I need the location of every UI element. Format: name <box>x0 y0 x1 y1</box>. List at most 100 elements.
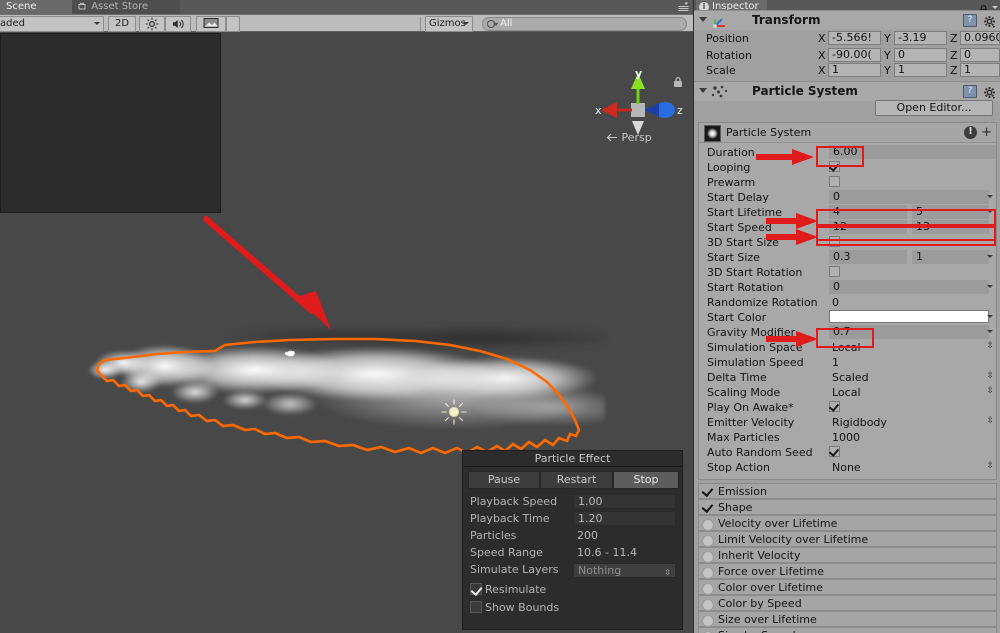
particle-system-icon <box>710 84 730 98</box>
property-select-value[interactable]: Local <box>832 386 861 399</box>
scale-x-input[interactable]: 1 <box>828 63 881 77</box>
fx-toggle-button[interactable] <box>196 16 226 32</box>
playback-time-input[interactable]: 1.20 <box>573 511 676 526</box>
projection-mode-label[interactable]: Persp <box>606 131 652 144</box>
shading-mode-dropdown[interactable]: aded <box>0 16 104 32</box>
property-select-value[interactable]: None <box>832 461 861 474</box>
help-book-icon-ps[interactable]: ? <box>963 85 977 98</box>
toggle-2d-button[interactable]: 2D <box>108 16 136 32</box>
property-row: Stop Action None ⇳ <box>699 460 996 475</box>
particle-effect-title: Particle Effect <box>463 451 682 467</box>
property-checkbox[interactable] <box>829 176 840 187</box>
chevron-updown-icon[interactable]: ⇳ <box>986 416 994 427</box>
property-max-input[interactable]: 1 <box>912 250 989 264</box>
gizmos-dropdown[interactable]: Gizmos <box>425 16 473 32</box>
property-input[interactable]: 0 <box>829 190 989 204</box>
component-header-transform[interactable]: Transform ? <box>694 10 1000 30</box>
property-checkbox[interactable] <box>829 401 840 412</box>
lighting-toggle-button[interactable] <box>139 16 165 32</box>
rotation-y-input[interactable]: 0 <box>894 48 947 62</box>
simulate-layers-dropdown[interactable]: Nothing ⇳ <box>573 563 676 578</box>
lock-icon[interactable] <box>672 73 684 87</box>
module-checkbox-checked[interactable] <box>702 502 713 513</box>
rotation-z-value: 0 <box>964 48 971 61</box>
module-row[interactable]: Color by Speed <box>698 595 997 611</box>
particle-module-title: Particle System <box>726 126 812 139</box>
chevron-down-icon[interactable] <box>987 330 993 333</box>
property-label: Play On Awake* <box>707 401 794 414</box>
module-row[interactable]: Shape <box>698 499 997 515</box>
rotation-label: Rotation <box>706 49 753 62</box>
position-x-input[interactable]: -5.566! <box>828 31 881 45</box>
position-z-input[interactable]: 0.0960 <box>960 31 1000 45</box>
property-input[interactable]: 0 <box>829 280 989 294</box>
particle-system-module-header[interactable]: Particle System ! + <box>699 123 996 143</box>
resimulate-checkbox[interactable] <box>470 583 482 595</box>
tab-asset-store[interactable]: Asset Store <box>72 0 180 14</box>
module-row[interactable]: Force over Lifetime <box>698 563 997 579</box>
search-input[interactable]: All <box>482 17 687 31</box>
property-label: Start Rotation <box>707 281 784 294</box>
chevron-updown-icon[interactable]: ⇳ <box>986 371 994 382</box>
chevron-updown-icon[interactable]: ⇳ <box>986 341 994 352</box>
open-editor-button[interactable]: Open Editor... <box>875 100 993 116</box>
property-checkbox[interactable] <box>829 266 840 277</box>
component-header-particle-system[interactable]: Particle System ? <box>694 81 1000 101</box>
module-row[interactable]: Limit Velocity over Lifetime <box>698 531 997 547</box>
chevron-down-icon[interactable] <box>987 255 993 258</box>
property-label: Duration <box>707 146 755 159</box>
stop-button[interactable]: Stop <box>613 471 679 489</box>
chevron-updown-icon[interactable]: ⇳ <box>986 386 994 397</box>
speed-range-label: Speed Range <box>470 546 543 559</box>
module-row[interactable]: Velocity over Lifetime <box>698 515 997 531</box>
gear-icon-ps[interactable] <box>983 85 997 99</box>
inspector-menu-chevron-icon[interactable] <box>992 6 998 9</box>
module-toggle-off[interactable] <box>702 566 714 579</box>
module-row[interactable]: Size over Lifetime <box>698 611 997 627</box>
module-toggle-off[interactable] <box>702 598 714 611</box>
chevron-down-icon[interactable] <box>987 195 993 198</box>
chevron-down-icon[interactable] <box>987 285 993 288</box>
start-color-swatch[interactable] <box>829 310 989 323</box>
module-toggle-off[interactable] <box>702 614 714 627</box>
module-row[interactable]: Color over Lifetime <box>698 579 997 595</box>
gear-icon[interactable] <box>983 14 997 28</box>
help-book-icon[interactable]: ? <box>963 14 977 27</box>
property-row: Start Size 0.3 1 <box>699 250 996 265</box>
module-toggle-off[interactable] <box>702 518 714 531</box>
chevron-updown-icon[interactable]: ⇳ <box>986 461 994 472</box>
restart-button[interactable]: Restart <box>540 471 613 489</box>
module-toggle-off[interactable] <box>702 534 714 547</box>
module-row[interactable]: Emission <box>698 483 997 499</box>
foldout-arrow-icon[interactable] <box>699 17 707 22</box>
foldout-arrow-icon-ps[interactable] <box>699 88 707 93</box>
scale-y-input[interactable]: 1 <box>894 63 947 77</box>
audio-toggle-button[interactable] <box>165 16 191 32</box>
plus-icon[interactable]: + <box>981 126 992 139</box>
scale-z-input[interactable]: 1 <box>960 63 1000 77</box>
playback-speed-input[interactable]: 1.00 <box>573 494 676 509</box>
transform-scale-row: Scale X 1 Y 1 Z 1 <box>694 62 1000 79</box>
fx-dropdown-button[interactable] <box>226 16 240 32</box>
module-row[interactable]: Size by Speed <box>698 627 997 633</box>
property-label: Start Color <box>707 311 767 324</box>
property-select-value[interactable]: Scaled <box>832 371 869 384</box>
module-toggle-off[interactable] <box>702 582 714 595</box>
position-y-input[interactable]: -3.19 <box>894 31 947 45</box>
playback-button-row: Pause Restart Stop <box>468 471 679 491</box>
tab-scene[interactable]: Scene <box>0 0 72 14</box>
simulate-layers-value: Nothing <box>578 564 622 577</box>
warning-icon[interactable]: ! <box>964 126 977 139</box>
pause-button[interactable]: Pause <box>468 471 540 489</box>
chevron-down-icon[interactable] <box>987 315 993 318</box>
property-min-input[interactable]: 0.3 <box>829 250 907 264</box>
property-select-value[interactable]: Rigidbody <box>832 416 887 429</box>
module-checkbox-checked[interactable] <box>702 486 713 497</box>
property-checkbox[interactable] <box>829 446 840 457</box>
rotation-x-input[interactable]: -90.00( <box>828 48 881 62</box>
module-toggle-off[interactable] <box>702 550 714 563</box>
red-arrow-icon-speed <box>766 228 822 250</box>
show-bounds-checkbox[interactable] <box>470 601 482 613</box>
rotation-z-input[interactable]: 0 <box>960 48 1000 62</box>
module-row[interactable]: Inherit Velocity <box>698 547 997 563</box>
